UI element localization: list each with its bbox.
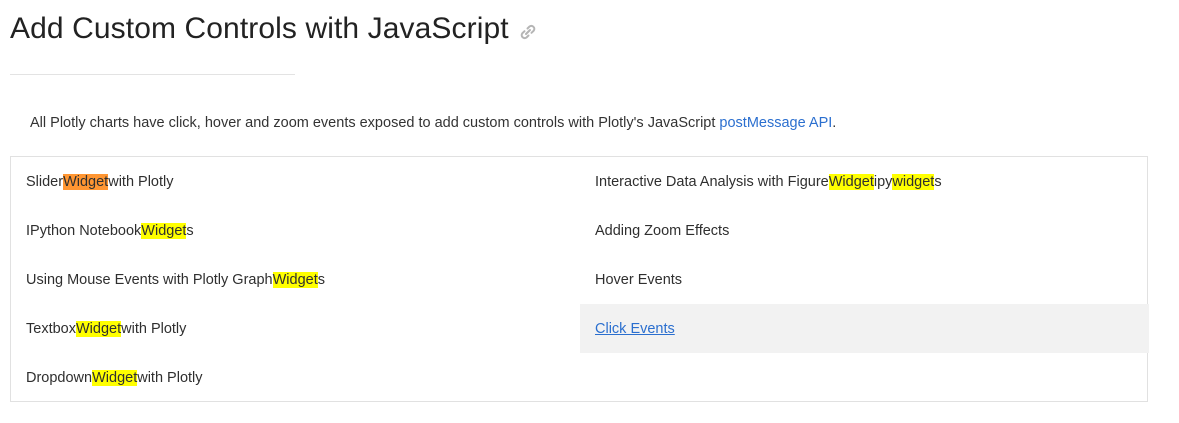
search-highlight: Widget <box>272 271 318 288</box>
result-text: Hover Events <box>595 271 683 288</box>
result-text: Interactive Data Analysis with Figure <box>595 173 829 190</box>
result-text: Textbox <box>26 320 76 337</box>
result-figurewidget-ipywidgets[interactable]: Interactive Data Analysis with Figure Wid… <box>580 157 1149 206</box>
postmessage-api-link[interactable]: postMessage API <box>719 115 832 131</box>
result-click-events[interactable]: Click Events <box>580 304 1149 353</box>
search-highlight: Widget <box>828 173 874 190</box>
results-column-right: Interactive Data Analysis with Figure Wid… <box>580 157 1149 353</box>
intro-text: All Plotly charts have click, hover and … <box>30 115 720 131</box>
search-highlight: Widget <box>75 320 122 337</box>
result-text: s <box>317 271 325 288</box>
result-adding-zoom-effects[interactable]: Adding Zoom Effects <box>580 206 1149 255</box>
page-heading: Add Custom Controls with JavaScript <box>10 12 539 46</box>
result-hover-events[interactable]: Hover Events <box>580 255 1149 304</box>
result-textbox-widget[interactable]: Textbox Widget with Plotly <box>11 304 580 353</box>
heading-divider <box>10 74 295 75</box>
search-highlight-current: Widget <box>63 173 109 190</box>
search-highlight: widget <box>892 173 935 190</box>
result-text: Dropdown <box>26 369 93 386</box>
results-panel: Slider Widget with Plotly IPython Notebo… <box>10 156 1149 402</box>
click-events-link[interactable]: Click Events <box>595 321 675 337</box>
result-text: s <box>186 222 194 239</box>
result-text: Using Mouse Events with Plotly Graph <box>26 271 273 288</box>
result-text: Slider <box>26 173 64 190</box>
result-dropdown-widget[interactable]: Dropdown Widget with Plotly <box>11 353 580 402</box>
result-mouse-events-graphwidgets[interactable]: Using Mouse Events with Plotly Graph Widg… <box>11 255 580 304</box>
result-slider-widget[interactable]: Slider Widget with Plotly <box>11 157 580 206</box>
results-column-left: Slider Widget with Plotly IPython Notebo… <box>11 157 580 402</box>
result-text: with Plotly <box>137 369 203 386</box>
search-highlight: Widget <box>92 369 138 386</box>
result-text: s <box>934 173 942 190</box>
permalink-icon[interactable] <box>517 21 539 43</box>
result-ipython-notebook-widgets[interactable]: IPython Notebook Widget s <box>11 206 580 255</box>
result-text: with Plotly <box>121 320 187 337</box>
result-text: IPython Notebook <box>26 222 142 239</box>
result-text: with Plotly <box>108 173 174 190</box>
result-text: Adding Zoom Effects <box>595 222 730 239</box>
page-title: Add Custom Controls with JavaScript <box>10 12 509 45</box>
intro-suffix: . <box>832 115 837 131</box>
search-highlight: Widget <box>141 222 187 239</box>
intro-paragraph: All Plotly charts have click, hover and … <box>30 115 836 131</box>
result-text: ipy <box>873 173 893 190</box>
